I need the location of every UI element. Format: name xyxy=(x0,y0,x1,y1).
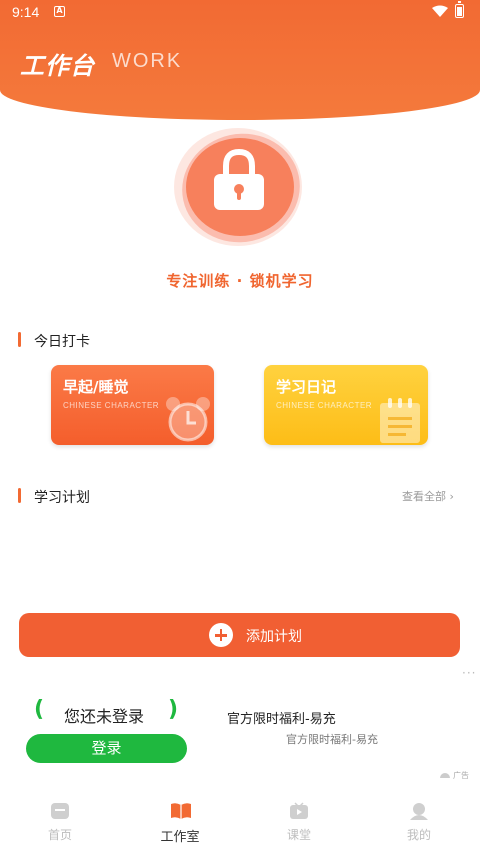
not-logged-in-text: 您还未登录 xyxy=(64,707,145,726)
notification-icon: A xyxy=(54,6,65,17)
status-time: 9:14 xyxy=(12,4,40,20)
focus-lock-button[interactable] xyxy=(172,122,310,254)
section-accent-bar xyxy=(18,488,21,503)
notebook-icon xyxy=(380,398,420,443)
home-icon xyxy=(51,803,69,819)
nav-item-mine[interactable]: 我的 xyxy=(379,790,459,850)
book-icon xyxy=(171,803,191,819)
login-button[interactable]: 登录 xyxy=(26,734,187,763)
view-all-link[interactable]: 查看全部 › xyxy=(402,488,454,504)
ad-cloud-icon xyxy=(440,773,450,778)
card-title: 学习日记 xyxy=(276,378,337,396)
focus-caption: 专注训练 · 锁机学习 xyxy=(166,272,314,290)
section-accent-bar xyxy=(18,332,21,347)
bottom-nav: 首页 工作室 课堂 我的 xyxy=(0,790,480,854)
more-options-icon[interactable]: ··· xyxy=(462,666,476,680)
wifi-icon xyxy=(432,5,448,17)
ad-description: 官方限时福利-易充 xyxy=(286,733,378,746)
nav-item-workroom[interactable]: 工作室 xyxy=(140,790,220,850)
status-bar: 9:14 A xyxy=(0,0,480,24)
nav-item-classroom[interactable]: 课堂 xyxy=(259,790,339,850)
profile-icon xyxy=(410,803,428,820)
page-subtitle: WORK xyxy=(112,50,183,72)
alarm-clock-icon xyxy=(166,397,210,442)
ad-title[interactable]: 官方限时福利-易充 xyxy=(227,708,336,727)
nav-label: 首页 xyxy=(47,828,72,842)
ad-badge-label: 广告 xyxy=(453,771,469,780)
plus-icon xyxy=(209,623,233,647)
checkin-section-title: 今日打卡 xyxy=(34,334,90,350)
ad-badge: 广告 xyxy=(440,770,469,781)
card-title: 早起/睡觉 xyxy=(63,378,129,396)
page-title: 工作台 xyxy=(20,52,95,80)
nav-item-home[interactable]: 首页 xyxy=(20,790,100,850)
header: 9:14 A 工作台 WORK xyxy=(0,0,480,120)
add-plan-label: 添加计划 xyxy=(246,629,302,645)
wake-sleep-card[interactable]: 早起/睡觉 CHINESE CHARACTER xyxy=(51,365,214,445)
right-bracket-icon: ) xyxy=(168,697,179,722)
study-diary-card[interactable]: 学习日记 CHINESE CHARACTER xyxy=(264,365,428,445)
video-icon xyxy=(290,802,308,819)
nav-label: 课堂 xyxy=(286,828,311,842)
battery-icon xyxy=(455,1,464,18)
card-subtitle: CHINESE CHARACTER xyxy=(63,401,160,410)
add-plan-button[interactable]: 添加计划 xyxy=(19,613,460,657)
plan-section-title: 学习计划 xyxy=(34,490,90,506)
card-subtitle: CHINESE CHARACTER xyxy=(276,401,373,410)
lock-icon xyxy=(214,148,264,210)
nav-label: 工作室 xyxy=(160,830,200,845)
left-bracket-icon: ( xyxy=(34,697,45,722)
nav-label: 我的 xyxy=(406,828,431,842)
